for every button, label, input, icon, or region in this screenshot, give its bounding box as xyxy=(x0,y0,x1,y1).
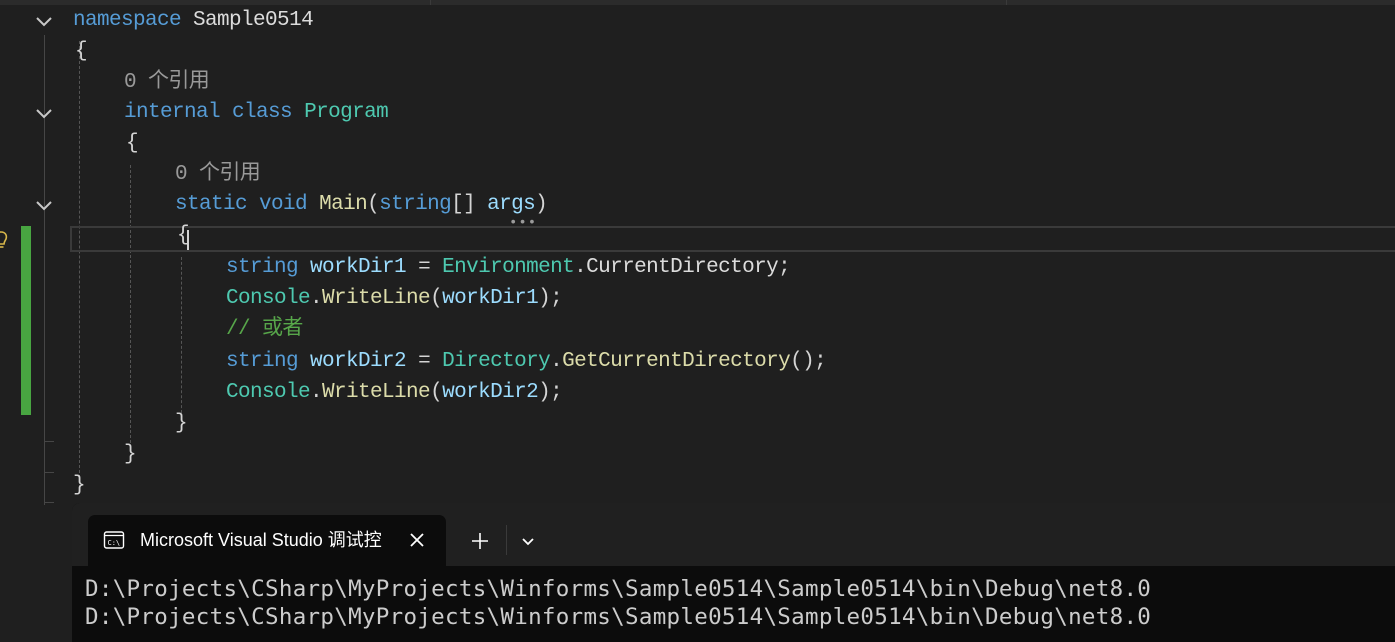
dot: . xyxy=(574,256,587,279)
fold-region-end xyxy=(44,472,54,473)
code-line-class[interactable]: internal class Program xyxy=(124,97,389,128)
code-line-comment[interactable]: // 或者 xyxy=(226,314,303,345)
keyword: void xyxy=(259,193,308,216)
chevron-down-icon[interactable] xyxy=(34,11,54,31)
keyword: string xyxy=(226,256,299,279)
code-line-brace[interactable]: { xyxy=(75,36,88,67)
class-name: Program xyxy=(304,101,389,124)
code-editor[interactable]: namespace Sample0514 { 0 个引用 internal cl… xyxy=(0,5,1395,505)
paren: ) xyxy=(535,193,548,216)
keyword: static xyxy=(175,193,248,216)
terminal-output[interactable]: D:\Projects\CSharp\MyProjects\Winforms\S… xyxy=(85,575,1151,631)
brace: { xyxy=(75,40,88,63)
svg-text:C:\: C:\ xyxy=(108,539,121,547)
terminal-output-line: D:\Projects\CSharp\MyProjects\Winforms\S… xyxy=(85,604,1152,630)
dot: . xyxy=(550,350,563,373)
method-name: GetCurrentDirectory xyxy=(562,350,791,373)
tab-divider xyxy=(506,525,507,555)
chevron-down-icon[interactable] xyxy=(34,103,54,123)
close-icon[interactable] xyxy=(407,530,427,550)
chevron-down-icon[interactable] xyxy=(518,531,538,551)
paren: ); xyxy=(538,381,563,404)
code-lens-references[interactable]: 0 个引用 xyxy=(124,67,210,98)
code-line-brace[interactable]: } xyxy=(73,470,86,501)
paren: ( xyxy=(367,193,380,216)
class-name: Directory xyxy=(442,350,551,373)
comment: // 或者 xyxy=(226,318,303,341)
code-line-brace[interactable]: { xyxy=(177,220,190,251)
class-name: Environment xyxy=(442,256,575,279)
terminal-tab[interactable]: C:\ Microsoft Visual Studio 调试控 xyxy=(88,515,446,566)
code-line-brace[interactable]: { xyxy=(126,128,139,159)
indent-guide xyxy=(181,257,182,413)
terminal-icon: C:\ xyxy=(103,531,125,549)
code-line-statement[interactable]: string workDir1 = Environment.CurrentDir… xyxy=(226,252,791,283)
property-name: CurrentDirectory xyxy=(586,256,779,279)
paren: ); xyxy=(538,287,563,310)
brackets: [] xyxy=(451,193,476,216)
dot: . xyxy=(310,287,323,310)
class-name: Console xyxy=(226,381,311,404)
brace: { xyxy=(126,132,139,155)
fold-region-end xyxy=(44,441,54,442)
brace: } xyxy=(73,474,86,497)
paren: ( xyxy=(430,287,443,310)
suggestion-dots: ••• xyxy=(509,215,538,231)
code-lens-text[interactable]: 0 个引用 xyxy=(124,71,210,94)
parameter-name: args xyxy=(487,193,536,216)
terminal-output-line: D:\Projects\CSharp\MyProjects\Winforms\S… xyxy=(85,576,1152,602)
brace: { xyxy=(177,224,190,247)
keyword: namespace xyxy=(73,9,182,32)
keyword: internal xyxy=(124,101,221,124)
lightbulb-icon[interactable] xyxy=(0,231,8,251)
code-line-main[interactable]: static void Main(string[] args) xyxy=(175,189,548,220)
class-name: Console xyxy=(226,287,311,310)
code-line-brace[interactable]: } xyxy=(124,439,137,470)
brace: } xyxy=(175,412,188,435)
code-line-brace[interactable]: } xyxy=(175,408,188,439)
semicolon: ; xyxy=(778,256,791,279)
terminal-tab-title: Microsoft Visual Studio 调试控 xyxy=(140,530,382,550)
chevron-down-icon[interactable] xyxy=(34,195,54,215)
code-lens-references[interactable]: 0 个引用 xyxy=(175,159,261,190)
plus-icon[interactable] xyxy=(468,529,492,553)
code-lens-text[interactable]: 0 个引用 xyxy=(175,163,261,186)
variable-name: workDir1 xyxy=(310,256,407,279)
current-line-highlight xyxy=(70,226,1395,252)
code-line-namespace[interactable]: namespace Sample0514 xyxy=(73,5,314,36)
variable-name: workDir2 xyxy=(310,350,407,373)
method-name: WriteLine xyxy=(322,287,431,310)
terminal-tab-strip: C:\ Microsoft Visual Studio 调试控 xyxy=(72,503,1395,566)
method-name: WriteLine xyxy=(322,381,431,404)
keyword: string xyxy=(226,350,299,373)
code-line-statement[interactable]: Console.WriteLine(workDir1); xyxy=(226,283,563,314)
terminal-window[interactable]: C:\ Microsoft Visual Studio 调试控 D:\Proje… xyxy=(72,503,1395,642)
code-line-statement[interactable]: string workDir2 = Directory.GetCurrentDi… xyxy=(226,346,827,377)
paren: ( xyxy=(430,381,443,404)
dot: . xyxy=(310,381,323,404)
change-indicator xyxy=(21,226,31,415)
indent-guide xyxy=(79,41,80,488)
method-name: Main xyxy=(319,193,368,216)
code-line-statement[interactable]: Console.WriteLine(workDir2); xyxy=(226,377,563,408)
operator: = xyxy=(406,350,443,373)
fold-region-end xyxy=(44,502,54,503)
variable-name: workDir1 xyxy=(442,287,539,310)
paren: (); xyxy=(790,350,827,373)
brace: } xyxy=(124,443,137,466)
variable-name: workDir2 xyxy=(442,381,539,404)
keyword: class xyxy=(232,101,293,124)
keyword: string xyxy=(379,193,452,216)
namespace-name: Sample0514 xyxy=(193,9,314,32)
operator: = xyxy=(406,256,443,279)
indent-guide xyxy=(130,165,131,458)
